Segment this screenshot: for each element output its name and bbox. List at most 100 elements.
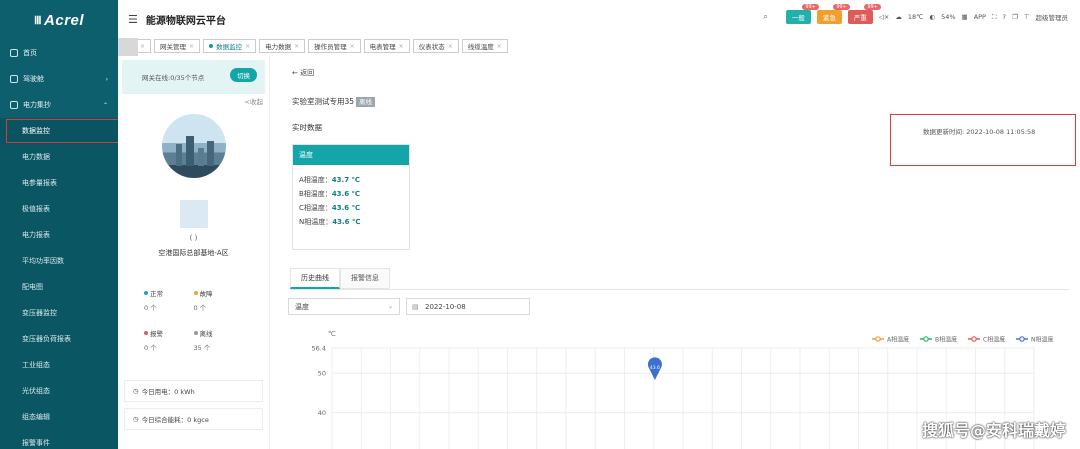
sidebar-subitem[interactable]: 工业组态	[0, 352, 118, 378]
metric-select-value: 温度	[295, 302, 309, 311]
sidebar-item-label: 电力集抄	[23, 101, 51, 109]
header-right: ⌕ 一般 99+ 紧急 99+ 严重 99+ ◁× ☁ 18℃ ◐ 54% ▦ APP…	[763, 4, 1069, 24]
tab-item[interactable]: 线缆温度 ×	[461, 39, 508, 53]
status-label: 故障	[199, 290, 213, 298]
page-tabs: 首页×网关管理×数据监控×电力数据×操作员管理×电表管理×仪表状态×线缆温度×	[118, 38, 1080, 54]
status-label: 报警	[150, 330, 163, 338]
sidebar-subitem[interactable]: 配电图	[0, 274, 118, 300]
legend-label: C相温度	[983, 336, 1005, 344]
temperature-label: A相温度：	[299, 176, 332, 184]
close-icon[interactable]: ×	[350, 43, 355, 50]
tab-label: 电力数据	[265, 43, 292, 51]
alarm-severe-badge[interactable]: 严重 99+	[847, 4, 881, 24]
tab-item[interactable]: 数据监控 ×	[203, 39, 257, 53]
tab-item[interactable]: 操作员管理 ×	[308, 39, 361, 53]
help-icon[interactable]: ?	[1003, 13, 1006, 21]
legend-marker	[923, 336, 929, 342]
sidebar-subitem[interactable]: 光伏组态	[0, 378, 118, 404]
sidebar-subitem[interactable]: 平均功率因数	[0, 248, 118, 274]
search-icon[interactable]: ⌕	[763, 12, 767, 22]
menu-icon[interactable]: ☰	[128, 13, 138, 26]
tab-label: 数据监控	[216, 43, 243, 51]
shirt-icon[interactable]: ⊤	[1024, 13, 1030, 21]
sidebar: Ⅲ Acrel 首页 驾驶舱 › 电力集抄 ⌃ 数据监控 电力数据 电参量报表 极值报…	[0, 0, 120, 449]
close-icon[interactable]: ×	[189, 43, 194, 50]
sidebar-subitem[interactable]: 组态编辑	[0, 404, 118, 430]
legend-label: B相温度	[935, 336, 957, 344]
sidebar-subitem[interactable]: 电力报表	[0, 222, 118, 248]
status-item: 离线 35 个	[193, 328, 244, 352]
status-dot-icon	[144, 291, 148, 295]
sound-icon[interactable]: ◁×	[879, 13, 889, 21]
sidebar-subitem[interactable]: 变压器监控	[0, 300, 118, 326]
main-content: ← 返回 实验室测试专用35 离线 实时数据 数据更新时间: 2022-10-08…	[284, 56, 1080, 449]
sidebar-subitem-label: 光伏组态	[22, 387, 50, 395]
sidebar-subitem[interactable]: 报警事件	[0, 430, 118, 449]
alarm-urgent-badge[interactable]: 紧急 99+	[816, 4, 850, 24]
update-time: 数据更新时间: 2022-10-08 11:05:58	[923, 128, 1036, 136]
sidebar-subitem-label: 变压器监控	[22, 309, 57, 317]
close-icon[interactable]: ×	[399, 43, 404, 50]
power-icon	[10, 101, 18, 109]
tab-item[interactable]: 电力数据 ×	[259, 39, 306, 53]
tab-item[interactable]: 电表管理 ×	[363, 39, 410, 53]
close-icon[interactable]: ×	[245, 43, 250, 50]
weather-text: 18℃	[907, 13, 924, 21]
active-dot-icon	[209, 44, 214, 48]
offline-badge: 离线	[356, 97, 376, 107]
status-value: 35 个	[193, 344, 211, 352]
tab-item[interactable]: 网关管理 ×	[154, 39, 201, 53]
left-panel: 网关在线:0/35个节点 切换 <收起 ( ) 空港国际总部基地-A区 正常 0 …	[118, 56, 270, 449]
status-label: 离线	[199, 330, 213, 338]
fullscreen-icon[interactable]: ⛶	[992, 13, 997, 22]
y-tick-label: 40	[318, 409, 326, 417]
sidebar-item-label: 首页	[23, 49, 37, 57]
tab-item[interactable]: 仪表状态 ×	[412, 39, 459, 53]
logo: Ⅲ Acrel	[0, 0, 118, 40]
status-grid: 正常 0 个故障 0 个报警 0 个离线 35 个	[118, 288, 269, 352]
close-icon[interactable]: ×	[294, 43, 299, 50]
marker-label: 43.6	[650, 365, 660, 371]
close-icon[interactable]: ×	[497, 43, 502, 50]
clock-icon: ◷	[133, 387, 139, 395]
temperature-row: A相温度：43.7 ℃	[293, 175, 409, 185]
temperature-row: B相温度：43.6 ℃	[293, 189, 409, 199]
close-icon[interactable]: ×	[448, 43, 453, 50]
watermark: 搜狐号@安科瑞戴婷	[921, 421, 1066, 440]
sidebar-subitem[interactable]: 电力数据	[0, 144, 118, 170]
sidebar-item-power-group[interactable]: 电力集抄 ⌃	[0, 92, 118, 118]
temperature-label: B相温度：	[299, 190, 332, 198]
sidebar-item-home[interactable]: 首页	[0, 40, 118, 66]
app-link[interactable]: APP	[974, 13, 986, 21]
calendar-icon: ▤	[412, 302, 419, 311]
today-energy-card: ◷ 今日综合能耗：0 kgce	[124, 408, 263, 430]
close-icon[interactable]: ×	[140, 43, 145, 50]
alarm-general-badge[interactable]: 一般 99+	[785, 4, 819, 24]
sidebar-subitem-label: 配电图	[22, 283, 43, 291]
collapse-link[interactable]: <收起	[118, 96, 269, 106]
qrcode-placeholder	[179, 200, 208, 228]
tab-label: 线缆温度	[467, 43, 494, 51]
chevron-right-icon: ›	[105, 75, 108, 83]
date-picker[interactable]: ▤ 2022-10-08	[406, 298, 530, 315]
tab-history[interactable]: 历史曲线	[290, 268, 340, 289]
legend-marker	[875, 336, 881, 342]
temperature-label: C相温度：	[299, 204, 332, 212]
tab-alarms[interactable]: 报警信息	[340, 268, 390, 289]
sidebar-subitem[interactable]: 数据监控	[0, 118, 120, 144]
gateway-text: 网关在线:0/35个节点	[142, 74, 205, 82]
temperature-value: 43.6 ℃	[332, 218, 361, 226]
legend-label: N相温度	[1031, 336, 1054, 344]
sidebar-subitem[interactable]: 电参量报表	[0, 170, 118, 196]
back-link[interactable]: ← 返回	[292, 68, 314, 78]
status-dot-icon	[144, 331, 148, 335]
temperature-row: N相温度：43.6 ℃	[293, 217, 409, 227]
user-name[interactable]: 超级管理员	[1036, 12, 1069, 22]
copy-icon[interactable]: ❐	[1012, 13, 1018, 21]
sidebar-subitem[interactable]: 极值报表	[0, 196, 118, 222]
metric-select[interactable]: 温度 ⌄	[288, 298, 400, 315]
sidebar-item-cockpit[interactable]: 驾驶舱 ›	[0, 66, 118, 92]
tab-label: 网关管理	[160, 43, 187, 51]
switch-button[interactable]: 切换	[230, 68, 257, 82]
sidebar-subitem[interactable]: 变压器负荷报表	[0, 326, 118, 352]
